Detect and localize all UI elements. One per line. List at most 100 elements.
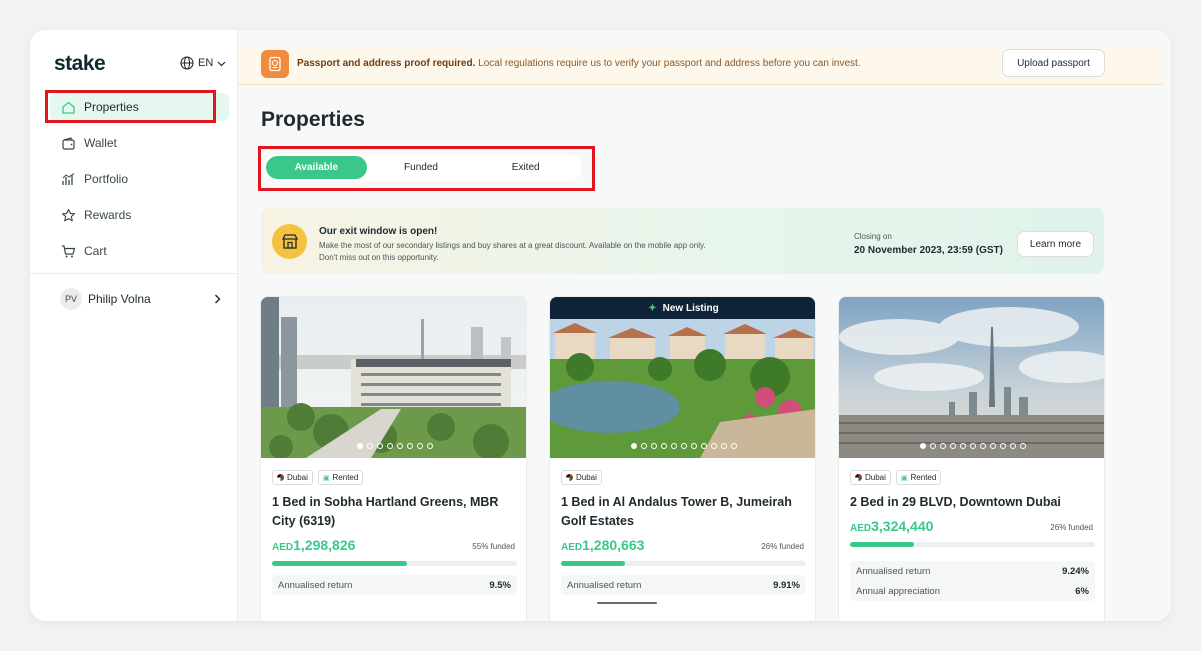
badge-label: New Listing	[662, 302, 719, 314]
funding-progress-fill	[850, 542, 914, 547]
exit-window-card: Our exit window is open! Make the most o…	[261, 208, 1104, 274]
carousel-dot[interactable]	[700, 443, 707, 449]
language-selector[interactable]: EN	[180, 56, 226, 70]
exit-window-description: Make the most of our secondary listings …	[319, 240, 779, 264]
funded-percentage: 26% funded	[761, 542, 804, 551]
stat-value: 6%	[1075, 585, 1089, 597]
tab-funded[interactable]: Funded	[371, 156, 472, 179]
funding-progress-fill	[561, 561, 625, 566]
chevron-down-icon	[217, 61, 226, 66]
carousel-dot[interactable]	[730, 443, 737, 449]
stat-label: Annualised return	[856, 565, 931, 577]
funding-progress-bar	[561, 561, 806, 566]
uae-flag-icon	[277, 474, 284, 481]
carousel-dot[interactable]	[670, 443, 677, 449]
carousel-dot[interactable]	[396, 443, 403, 449]
sidebar-item-label: Wallet	[84, 136, 117, 150]
sidebar-item-portfolio[interactable]: Portfolio	[50, 165, 229, 193]
carousel-dots[interactable]	[261, 443, 526, 449]
property-title[interactable]: 1 Bed in Sobha Hartland Greens, MBR City…	[272, 493, 517, 531]
carousel-dot[interactable]	[989, 443, 996, 449]
carousel-dot[interactable]	[660, 443, 667, 449]
upload-passport-button[interactable]: Upload passport	[1002, 49, 1105, 77]
property-price: AED3,324,440	[850, 518, 933, 534]
stat-row: Annualised return 9.24%	[850, 561, 1095, 581]
rented-tag: ▣ Rented	[895, 470, 942, 485]
exit-window-line-2: Don't miss out on this opportunity.	[319, 253, 439, 262]
user-menu[interactable]: PV Philip Volna	[60, 288, 222, 310]
chevron-right-icon	[215, 294, 221, 304]
carousel-dots[interactable]	[550, 443, 815, 449]
tag-label: Dubai	[287, 473, 308, 482]
property-image-al-andalus[interactable]	[550, 297, 815, 458]
property-card[interactable]: ✦ New Listing Dubai 1 Bed in Al Andalus …	[549, 296, 816, 621]
location-tag: Dubai	[561, 470, 602, 485]
learn-more-button[interactable]: Learn more	[1017, 231, 1094, 257]
carousel-dot[interactable]	[356, 443, 363, 449]
sidebar-item-cart[interactable]: Cart	[50, 237, 229, 265]
carousel-dot[interactable]	[680, 443, 687, 449]
stat-label: Annualised return	[567, 579, 642, 591]
carousel-dot[interactable]	[969, 443, 976, 449]
shop-icon	[272, 224, 307, 259]
sidebar-item-label: Properties	[84, 100, 139, 114]
stake-logo[interactable]: stake	[54, 52, 106, 76]
sidebar-item-properties[interactable]: Properties	[50, 93, 229, 121]
carousel-dot[interactable]	[386, 443, 393, 449]
property-card[interactable]: Dubai ▣ Rented 2 Bed in 29 BLVD, Downtown…	[838, 296, 1105, 621]
banner-title: Passport and address proof required.	[297, 58, 476, 69]
sparkle-icon: ✦	[648, 302, 657, 314]
carousel-dot[interactable]	[949, 443, 956, 449]
funded-percentage: 55% funded	[472, 542, 515, 551]
property-title[interactable]: 1 Bed in Al Andalus Tower B, Jumeirah Go…	[561, 493, 806, 531]
property-image-sobha[interactable]	[261, 297, 526, 458]
property-stats: Annualised return 9.91%	[561, 575, 806, 595]
price-value: 3,324,440	[871, 518, 934, 534]
sidebar-item-label: Portfolio	[84, 172, 129, 186]
app-window: stake EN Properties Wallet Portfolio Rew…	[30, 30, 1171, 621]
funded-percentage: 26% funded	[1050, 523, 1093, 532]
carousel-dot[interactable]	[426, 443, 433, 449]
carousel-dot[interactable]	[959, 443, 966, 449]
price-currency: AED	[850, 523, 872, 534]
carousel-dots[interactable]	[839, 443, 1104, 449]
carousel-dot[interactable]	[929, 443, 936, 449]
carousel-dot[interactable]	[979, 443, 986, 449]
carousel-dot[interactable]	[650, 443, 657, 449]
tab-available[interactable]: Available	[266, 156, 367, 179]
uae-flag-icon	[855, 474, 862, 481]
carousel-dot[interactable]	[416, 443, 423, 449]
main-content: Passport and address proof required. Loc…	[238, 30, 1171, 621]
carousel-dot[interactable]	[1009, 443, 1016, 449]
carousel-dot[interactable]	[640, 443, 647, 449]
property-stats: Annualised return 9.24% Annual appreciati…	[850, 561, 1095, 601]
property-card[interactable]: Dubai ▣ Rented 1 Bed in Sobha Hartland Gr…	[260, 296, 527, 621]
carousel-dot[interactable]	[630, 443, 637, 449]
carousel-dot[interactable]	[690, 443, 697, 449]
carousel-dot[interactable]	[939, 443, 946, 449]
tab-exited[interactable]: Exited	[475, 156, 576, 179]
closing-date: 20 November 2023, 23:59 (GST)	[854, 245, 1003, 256]
property-title[interactable]: 2 Bed in 29 BLVD, Downtown Dubai	[850, 493, 1095, 512]
closing-label: Closing on	[854, 232, 892, 241]
sidebar-item-wallet[interactable]: Wallet	[50, 129, 229, 157]
carousel-dot[interactable]	[376, 443, 383, 449]
star-icon	[61, 208, 76, 221]
carousel-dot[interactable]	[919, 443, 926, 449]
property-tags: Dubai ▣ Rented	[272, 470, 364, 485]
carousel-dot[interactable]	[366, 443, 373, 449]
carousel-dot[interactable]	[406, 443, 413, 449]
carousel-dot[interactable]	[720, 443, 727, 449]
property-tabs: Available Funded Exited	[264, 154, 582, 181]
language-label: EN	[198, 57, 214, 69]
scrollbar[interactable]	[597, 602, 657, 604]
property-image-29-blvd[interactable]	[839, 297, 1104, 458]
property-stats: Annualised return 9.5%	[272, 575, 517, 595]
sidebar-divider	[30, 273, 238, 274]
carousel-dot[interactable]	[1019, 443, 1026, 449]
carousel-dot[interactable]	[999, 443, 1006, 449]
home-icon	[62, 101, 75, 114]
banner-body: Local regulations require us to verify y…	[475, 58, 861, 69]
sidebar-item-rewards[interactable]: Rewards	[50, 201, 229, 229]
carousel-dot[interactable]	[710, 443, 717, 449]
